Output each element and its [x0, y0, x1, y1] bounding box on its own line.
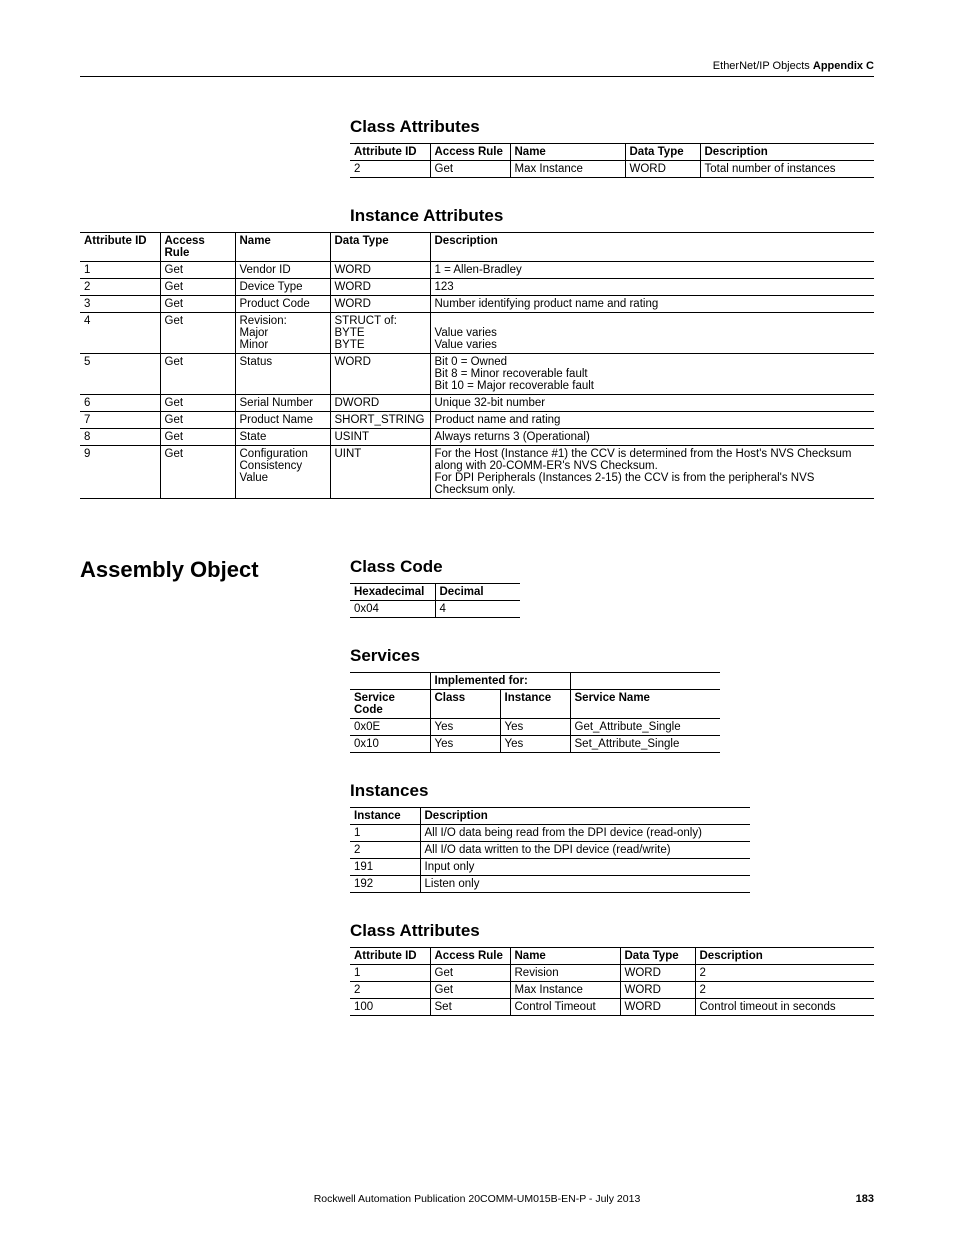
table-row: 8GetStateUSINTAlways returns 3 (Operatio… — [80, 429, 874, 446]
table-row: 2GetDevice TypeWORD123 — [80, 279, 874, 296]
page-footer: Rockwell Automation Publication 20COMM-U… — [80, 1193, 874, 1205]
table-row: 2All I/O data written to the DPI device … — [350, 842, 750, 859]
table-row: 2 Get Max Instance WORD Total number of … — [350, 161, 874, 178]
content-grid-2: Assembly Object Class Code Hexadecimal D… — [80, 557, 874, 1044]
instances-table: Instance Description 1All I/O data being… — [350, 807, 750, 893]
table-row: 0x04 4 — [350, 601, 520, 618]
footer-publication: Rockwell Automation Publication 20COMM-U… — [80, 1193, 874, 1205]
table-row: 1GetVendor IDWORD1 = Allen-Bradley — [80, 262, 874, 279]
services-table: Implemented for: Service Code Class Inst… — [350, 672, 720, 753]
class-attr-title-1: Class Attributes — [350, 117, 874, 137]
page-container: EtherNet/IP Objects Appendix C Class Att… — [0, 0, 954, 1235]
table-row: 1All I/O data being read from the DPI de… — [350, 825, 750, 842]
class-attributes-table-1: Attribute ID Access Rule Name Data Type … — [350, 143, 874, 178]
instance-attr-title: Instance Attributes — [350, 206, 874, 226]
class-attributes-table-2: Attribute ID Access Rule Name Data Type … — [350, 947, 874, 1016]
page-header: EtherNet/IP Objects Appendix C — [80, 60, 874, 77]
table-row: 4GetRevision: Major MinorSTRUCT of: BYTE… — [80, 313, 874, 354]
table-row: 192Listen only — [350, 876, 750, 893]
assembly-object-heading: Assembly Object — [80, 557, 350, 583]
table-row: 6GetSerial NumberDWORDUnique 32-bit numb… — [80, 395, 874, 412]
table-row: 9GetConfiguration Consistency ValueUINTF… — [80, 446, 874, 499]
table-row: 3GetProduct CodeWORDNumber identifying p… — [80, 296, 874, 313]
services-title: Services — [350, 646, 874, 666]
table-row: 191Input only — [350, 859, 750, 876]
class-code-title: Class Code — [350, 557, 874, 577]
content-grid-1: Class Attributes Attribute ID Access Rul… — [80, 117, 874, 232]
table-row: 7GetProduct NameSHORT_STRINGProduct name… — [80, 412, 874, 429]
header-topic: EtherNet/IP Objects — [713, 60, 810, 72]
table-row: 0x10 Yes Yes Set_Attribute_Single — [350, 736, 720, 753]
table-row: 2GetMax InstanceWORD2 — [350, 982, 874, 999]
class-code-table: Hexadecimal Decimal 0x04 4 — [350, 583, 520, 618]
header-appendix: Appendix C — [813, 60, 874, 72]
table-row: 1GetRevisionWORD2 — [350, 965, 874, 982]
table-row: 0x0E Yes Yes Get_Attribute_Single — [350, 719, 720, 736]
table-row: 100SetControl TimeoutWORDControl timeout… — [350, 999, 874, 1016]
table-row: 5GetStatusWORDBit 0 = Owned Bit 8 = Mino… — [80, 354, 874, 395]
instance-attributes-table: Attribute ID Access Rule Name Data Type … — [80, 232, 874, 499]
class-attr-title-2: Class Attributes — [350, 921, 874, 941]
instances-title: Instances — [350, 781, 874, 801]
